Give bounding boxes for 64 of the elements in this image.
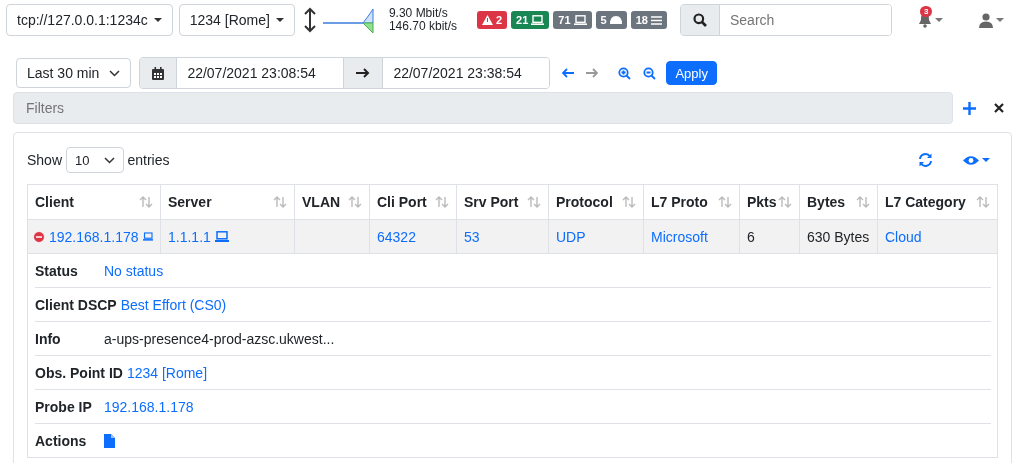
laptop-icon: [214, 231, 229, 242]
up-down-arrow-icon: [302, 7, 317, 33]
notification-count: 3: [920, 6, 933, 17]
cell-link[interactable]: 1.1.1.1: [168, 228, 211, 245]
detail-link[interactable]: 1234 [Rome]: [126, 364, 208, 381]
detail-label: Obs. Point ID: [35, 364, 123, 381]
count-badge[interactable]: 18: [630, 11, 667, 29]
download-rate: 146.70 kbit/s: [388, 20, 457, 33]
column-header[interactable]: Pkts: [739, 184, 800, 220]
entries-label: entries: [127, 152, 170, 168]
file-icon[interactable]: [104, 433, 115, 448]
caret-icon[interactable]: [935, 18, 943, 22]
zoom-out-icon[interactable]: [643, 66, 657, 80]
chevron-down-icon: [103, 156, 115, 164]
search-icon: [693, 13, 707, 27]
page-size-select[interactable]: 10: [66, 147, 124, 173]
table-cell: 6: [747, 228, 755, 245]
detail-label: Client DSCP: [35, 296, 117, 313]
column-header[interactable]: VLAN: [294, 184, 370, 220]
detail-link[interactable]: No status: [104, 262, 164, 279]
right-arrow-icon[interactable]: [586, 68, 599, 78]
zoom-in-icon[interactable]: [618, 66, 632, 80]
add-icon[interactable]: [963, 101, 976, 115]
interface-dropdown[interactable]: tcp://127.0.0.1:1234c: [6, 4, 173, 36]
apply-button[interactable]: Apply: [666, 61, 717, 85]
refresh-icon[interactable]: [918, 153, 933, 167]
upload-rate: 9.30 Mbit/s: [388, 7, 449, 20]
search-field[interactable]: Search: [680, 4, 892, 36]
detail-label: Status: [35, 262, 79, 279]
time-range-dropdown[interactable]: Last 30 min: [16, 58, 132, 88]
caret-icon[interactable]: [996, 18, 1004, 22]
close-icon[interactable]: [994, 103, 1004, 113]
cell-link[interactable]: Cloud: [885, 228, 922, 245]
count-badge[interactable]: 2: [477, 11, 508, 29]
table-cell: 630 Bytes: [807, 228, 870, 245]
column-header[interactable]: Protocol: [548, 184, 644, 220]
detail-label: Probe IP: [35, 398, 93, 415]
column-header[interactable]: Server: [160, 184, 295, 220]
column-header[interactable]: Client: [27, 184, 161, 220]
observation-point-dropdown[interactable]: 1234 [Rome]: [178, 4, 295, 36]
column-header[interactable]: L7 Category: [877, 184, 998, 220]
filters-field[interactable]: Filters: [13, 92, 953, 124]
left-arrow-icon[interactable]: [562, 68, 575, 78]
column-header[interactable]: Cli Port: [369, 184, 457, 220]
column-header[interactable]: Srv Port: [456, 184, 549, 220]
chevron-down-icon: [109, 69, 121, 77]
column-header[interactable]: Bytes: [799, 184, 878, 220]
detail-label: Actions: [35, 432, 88, 449]
show-label: Show: [27, 152, 63, 168]
eye-icon[interactable]: [963, 154, 979, 166]
laptop-icon: [142, 231, 153, 242]
column-header[interactable]: L7 Proto: [643, 184, 740, 220]
count-badge[interactable]: 21: [511, 11, 550, 29]
detail-link[interactable]: 192.168.1.178: [104, 398, 194, 415]
collapse-icon[interactable]: [33, 228, 45, 245]
detail-label: Info: [35, 330, 62, 347]
cell-link[interactable]: 53: [464, 228, 480, 245]
detail-link[interactable]: Best Effort (CS0): [120, 296, 227, 313]
detail-value: a-ups-presence4-prod-azsc.ukwest...: [104, 330, 335, 347]
count-badge[interactable]: 5: [595, 11, 627, 29]
caret-icon[interactable]: [982, 158, 990, 162]
cell-link[interactable]: UDP: [556, 228, 586, 245]
count-badge[interactable]: 71: [553, 11, 592, 29]
user-icon[interactable]: [979, 12, 993, 28]
